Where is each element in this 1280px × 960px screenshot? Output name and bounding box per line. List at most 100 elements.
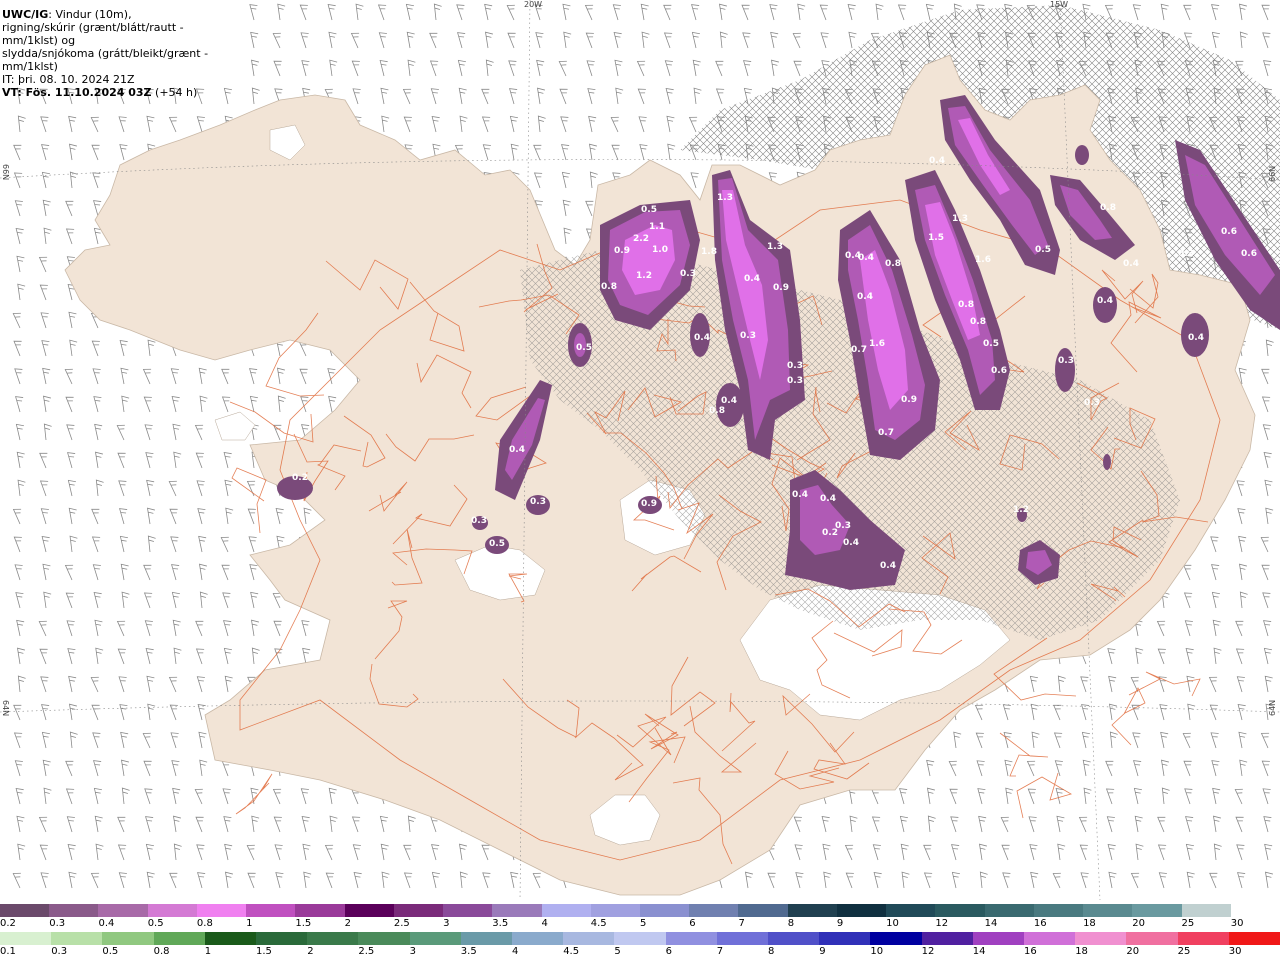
colorbar-swatch: [295, 904, 346, 917]
colorbar-rain-labels: 0.1 0.3 0.5 0.8 1 1.5 2 2.5 3 3.5 4 4.5 5 6 7 8 9 10 12 14 1…: [0, 946, 1280, 957]
colorbar-tick-label: 2: [344, 918, 351, 929]
it-label: IT:: [2, 73, 15, 86]
colorbar-tick-label: 4.5: [590, 918, 607, 929]
colorbar-swatch: [460, 932, 513, 945]
colorbar-tick-label: 30: [1230, 918, 1244, 929]
colorbar-swatch: [614, 932, 667, 945]
colorbar-swatch: [787, 904, 838, 917]
colorbar-tick-label: 18: [1075, 946, 1088, 957]
colorbar-tick-label: 9: [819, 946, 826, 957]
precip-value-label: 0.8: [958, 300, 974, 310]
precip-value-label: 0.4: [880, 561, 896, 571]
colorbar-swatch: [665, 932, 718, 945]
colorbar-tick-label: 0.3: [49, 918, 66, 929]
colorbar-swatch: [393, 904, 444, 917]
colorbar-tick-label: 14: [984, 918, 998, 929]
precip-value-label: 0.3: [680, 269, 696, 279]
colorbar-tick-label: 2.5: [393, 918, 410, 929]
colorbar-tick-label: 20: [1126, 946, 1140, 957]
colorbar-swatch: [147, 904, 198, 917]
precip-value-label: 0.8: [970, 317, 986, 327]
colorbar-swatch: [1083, 904, 1133, 917]
colorbar-tick-label: 3.5: [492, 918, 509, 929]
colorbar-swatch: [196, 904, 247, 917]
forecast-info-box: UWC/IG: Vindur (10m), rigning/skúrir (gr…: [0, 0, 238, 99]
colorbar-swatch: [935, 904, 986, 917]
precip-value-label: 0.4: [1123, 259, 1139, 269]
colorbar-tick-label: 1: [246, 918, 253, 929]
colorbar-swatch: [870, 932, 923, 945]
colorbar-tick-label: 3: [443, 918, 450, 929]
precip-value-label: 1.5: [928, 233, 944, 243]
precip-value-label: 1.3: [767, 242, 783, 252]
precip-value-label: 0.2: [822, 528, 838, 538]
colorbar-snow: [0, 904, 1280, 917]
precip-value-label: 0.8: [709, 406, 725, 416]
precip-value-label: 0.4: [509, 445, 525, 455]
colorbar-swatch: [590, 904, 641, 917]
colorbar-tick-label: 16: [1033, 918, 1047, 929]
colorbar-swatch: [102, 932, 155, 945]
colorbar-tick-label: 2.5: [358, 946, 375, 957]
precip-value-label: 0.3: [787, 376, 803, 386]
precip-value-label: 0.4: [1097, 296, 1113, 306]
colorbar-swatch: [98, 904, 149, 917]
precip-value-label: 1.2: [1013, 505, 1029, 515]
precip-value-label: 0.8: [601, 282, 617, 292]
colorbar-swatch: [640, 904, 690, 917]
precip-value-label: 0.4: [843, 538, 859, 548]
precip-value-label: 0.2: [292, 473, 308, 483]
precip-value-label: 2.2: [633, 234, 649, 244]
colorbar-snow-labels: 0.2 0.3 0.4 0.5 0.8 1 1.5 2 2.5 3 3.5 4 4.5 5 6 7 8 9 10 12…: [0, 918, 1280, 929]
lat-label-66n-right: 66N: [1268, 165, 1277, 182]
precip-value-label: 0.9: [614, 246, 630, 256]
info-line-it: IT: þri. 08. 10. 2024 21Z: [2, 73, 236, 86]
precip-value-label: 1.8: [701, 247, 717, 257]
colorbar-tick-label: 2: [307, 946, 314, 957]
colorbar-tick-label: 3.5: [460, 946, 477, 957]
precip-value-label: 0.3: [740, 331, 756, 341]
colorbar-tick-label: 30: [1228, 946, 1242, 957]
precip-value-label: 0.4: [744, 274, 760, 284]
vt-label: VT: Fös. 11.10.2024 03Z: [2, 86, 152, 99]
colorbar-swatch: [1228, 932, 1280, 945]
colorbar-tick-label: 6: [689, 918, 696, 929]
colorbar-swatch: [307, 932, 359, 945]
precip-value-label: 0.9: [641, 499, 657, 509]
colorbar-tick-label: 7: [738, 918, 745, 929]
colorbar-tick-label: 0.8: [153, 946, 170, 957]
precip-value-label: 0.4: [1188, 333, 1204, 343]
vt-offset: (+54 h): [151, 86, 198, 99]
colorbar-swatch: [972, 932, 1025, 945]
precip-value-label: 0.4: [858, 253, 874, 263]
colorbar-swatch: [204, 932, 257, 945]
model-name: UWC/IG: [2, 8, 49, 21]
colorbar-swatch: [768, 932, 820, 945]
precip-value-label: 0.5: [641, 205, 657, 215]
colorbar-swatch: [1230, 904, 1280, 917]
colorbar-tick-label: 12: [935, 918, 949, 929]
colorbar-tick-label: 9: [836, 918, 844, 929]
colorbar-tick-label: 1.5: [295, 918, 312, 929]
weather-map: 0.5 2.21.1 0.9 1.0 1.2 0.8 0.3 1.8 1.3 1.3 0.4 0.9 0…: [0, 0, 1280, 900]
colorbar-swatch: [1126, 932, 1179, 945]
lat-label-64n-left: 64N: [1, 700, 10, 717]
precip-value-label: 0.8: [885, 259, 901, 269]
colorbar-swatch: [256, 932, 308, 945]
colorbar-tick-label: 8: [768, 946, 775, 957]
colorbar-tick-label: 6: [665, 946, 672, 957]
precip-value-label: 1.6: [975, 255, 991, 265]
colorbar-rain: [0, 932, 1280, 945]
colorbar-swatch: [344, 904, 395, 917]
precip-value-label: 0.4: [694, 333, 710, 343]
colorbar-tick-label: 8: [787, 918, 795, 929]
colorbar-swatch: [153, 932, 206, 945]
colorbar-tick-label: 4: [541, 918, 548, 929]
colorbar-swatch: [1075, 932, 1127, 945]
colorbar-tick-label: 12: [921, 946, 935, 957]
colorbar-tick-label: 16: [1024, 946, 1037, 957]
colorbar-swatch: [738, 904, 789, 917]
colorbar-tick-label: 0.1: [0, 946, 16, 957]
colorbar-tick-label: 0.5: [102, 946, 119, 957]
colorbar-tick-label: 7: [716, 946, 724, 957]
